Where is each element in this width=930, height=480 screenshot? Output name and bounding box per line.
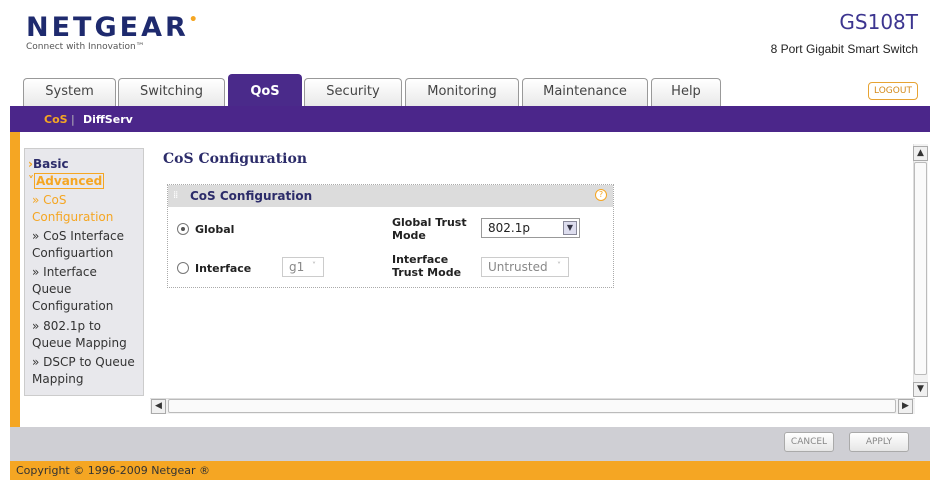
chevron-down-icon: ˅ [312,261,316,270]
drag-handle-icon: ⁞⁞ [173,190,178,201]
global-trust-mode-select[interactable]: 802.1p ▼ [481,218,580,238]
scroll-left-icon[interactable]: ◀ [151,399,166,414]
cancel-button[interactable]: CANCEL [784,432,834,452]
global-trust-mode-label: Global Trust Mode [392,216,467,242]
left-accent-bar [10,132,20,458]
interface-port-select[interactable]: g1 ˅ [282,257,324,277]
panel-title: CoS Configuration [190,189,313,203]
scroll-down-icon[interactable]: ▼ [913,382,928,397]
tab-system[interactable]: System [23,78,116,106]
logout-button[interactable]: LOGOUT [868,82,918,100]
interface-trust-mode-label: Interface Trust Mode [392,253,462,279]
sidebar-item-cos-configuration[interactable]: » CoS Configuration [32,192,140,226]
subnav-cos[interactable]: CoS [44,113,68,126]
apply-button[interactable]: APPLY [849,432,909,452]
logo-text: NETGEAR [26,12,189,43]
page-title: CoS Configuration [163,151,308,167]
sidebar-item-interface-queue-configuration[interactable]: » Interface Queue Configuration [32,264,140,315]
global-radio[interactable] [177,223,189,235]
sidebar-basic[interactable]: ›Basic [28,156,69,173]
model-name: GS108T [839,10,918,34]
netgear-logo: NETGEAR• [26,12,201,43]
chevron-down-icon: ˅ [557,261,561,270]
subnav-separator: | [71,113,75,126]
scroll-right-icon[interactable]: ▶ [898,399,913,414]
subnav-diffserv[interactable]: DiffServ [83,113,133,126]
sidebar-advanced[interactable]: ˅ Advanced [28,173,105,190]
global-label: Global [195,223,235,236]
interface-label: Interface [195,262,252,275]
tab-security[interactable]: Security [304,78,402,106]
copyright-footer: Copyright © 1996-2009 Netgear ® [10,461,930,480]
interface-radio[interactable] [177,262,189,274]
horizontal-scroll-thumb[interactable] [168,399,896,413]
vertical-scroll-thumb[interactable] [914,162,927,375]
tab-help[interactable]: Help [651,78,721,106]
sidebar-item-8021p-to-queue-mapping[interactable]: » 802.1p to Queue Mapping [32,318,140,352]
tagline: Connect with Innovation™ [26,42,145,52]
chevron-down-icon: ▼ [563,221,577,235]
tab-switching[interactable]: Switching [118,78,225,106]
tab-qos[interactable]: QoS [228,74,302,106]
tab-maintenance[interactable]: Maintenance [522,78,648,106]
help-question-icon[interactable]: ? [595,189,607,201]
scroll-up-icon[interactable]: ▲ [913,146,928,161]
sidebar-item-cos-interface-configuration[interactable]: » CoS Interface Configuartion [32,228,140,262]
tab-monitoring[interactable]: Monitoring [405,78,519,106]
sub-navigation: CoS | DiffServ [10,106,930,132]
interface-trust-mode-select[interactable]: Untrusted ˅ [481,257,569,277]
model-description: 8 Port Gigabit Smart Switch [770,42,918,56]
sidebar-item-dscp-to-queue-mapping[interactable]: » DSCP to Queue Mapping [32,354,140,388]
